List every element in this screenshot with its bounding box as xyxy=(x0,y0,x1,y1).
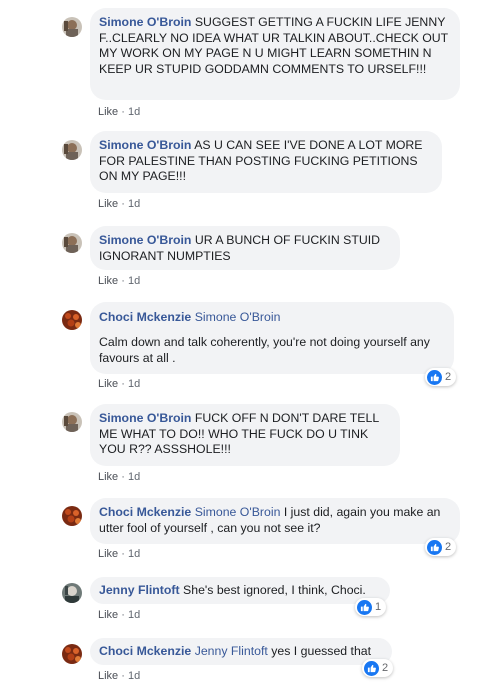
reaction-count[interactable]: 2 xyxy=(425,538,457,556)
avatar[interactable] xyxy=(62,140,82,160)
comment-timestamp[interactable]: 1d xyxy=(128,670,140,682)
like-button[interactable]: Like xyxy=(98,106,118,118)
comment-actions: Like · 1d xyxy=(98,106,140,118)
avatar[interactable] xyxy=(62,412,82,432)
comment-bubble: Simone O'Broin UR A BUNCH OF FUCKIN STUI… xyxy=(90,226,400,270)
separator: · xyxy=(121,609,125,621)
like-button[interactable]: Like xyxy=(98,609,118,621)
comment-author[interactable]: Jenny Flintoft xyxy=(99,583,180,597)
comment-bubble: Choci Mckenzie Simone O'Broin Calm down … xyxy=(90,302,454,374)
separator: · xyxy=(121,275,125,287)
comment-text: She's best ignored, I think, Choci. xyxy=(183,583,366,597)
comment-author[interactable]: Simone O'Broin xyxy=(99,15,191,29)
comment-timestamp[interactable]: 1d xyxy=(128,275,140,287)
like-button[interactable]: Like xyxy=(98,198,118,210)
comment-bubble: Choci Mckenzie Simone O'Broin I just did… xyxy=(90,498,460,544)
avatar[interactable] xyxy=(62,583,82,603)
avatar[interactable] xyxy=(62,17,82,37)
reaction-count[interactable]: 2 xyxy=(362,659,394,677)
separator: · xyxy=(121,548,125,560)
like-button[interactable]: Like xyxy=(98,275,118,287)
reaction-count[interactable]: 1 xyxy=(355,598,387,616)
comment-mention[interactable]: Simone O'Broin xyxy=(195,505,281,519)
comment-text: yes I guessed that xyxy=(271,644,372,658)
comment-actions: Like · 1d xyxy=(98,275,140,287)
like-reaction-icon xyxy=(427,539,442,555)
comment-bubble: Simone O'Broin AS U CAN SEE I'VE DONE A … xyxy=(90,131,442,193)
reaction-count-label: 2 xyxy=(445,371,452,383)
comment-timestamp[interactable]: 1d xyxy=(128,471,140,483)
comment-actions: Like · 1d xyxy=(98,378,140,390)
separator: · xyxy=(121,378,125,390)
comment-author[interactable]: Simone O'Broin xyxy=(99,233,191,247)
comment-actions: Like · 1d xyxy=(98,198,140,210)
avatar[interactable] xyxy=(62,310,82,330)
comment-author[interactable]: Choci Mckenzie xyxy=(99,644,191,658)
avatar[interactable] xyxy=(62,233,82,253)
reaction-count-label: 2 xyxy=(445,541,452,553)
reaction-count-label: 2 xyxy=(382,662,389,674)
comment-bubble: Simone O'Broin FUCK OFF N DON'T DARE TEL… xyxy=(90,404,400,466)
comment-author[interactable]: Simone O'Broin xyxy=(99,138,191,152)
like-reaction-icon xyxy=(364,660,379,676)
like-button[interactable]: Like xyxy=(98,378,118,390)
comment-bubble: Jenny Flintoft She's best ignored, I thi… xyxy=(90,577,390,604)
comment-timestamp[interactable]: 1d xyxy=(128,548,140,560)
comment-timestamp[interactable]: 1d xyxy=(128,378,140,390)
comment-bubble: Simone O'Broin SUGGEST GETTING A FUCKIN … xyxy=(90,8,460,100)
like-button[interactable]: Like xyxy=(98,670,118,682)
like-button[interactable]: Like xyxy=(98,471,118,483)
like-reaction-icon xyxy=(427,369,442,385)
like-button[interactable]: Like xyxy=(98,548,118,560)
comment-text: Calm down and talk coherently, you're no… xyxy=(99,335,434,365)
comment-timestamp[interactable]: 1d xyxy=(128,198,140,210)
comment-mention[interactable]: Simone O'Broin xyxy=(195,310,281,324)
comment-author[interactable]: Choci Mckenzie xyxy=(99,505,191,519)
reaction-count[interactable]: 2 xyxy=(425,368,457,386)
avatar[interactable] xyxy=(62,644,82,664)
avatar[interactable] xyxy=(62,506,82,526)
comment-actions: Like · 1d xyxy=(98,670,140,682)
comment-actions: Like · 1d xyxy=(98,548,140,560)
reaction-count-label: 1 xyxy=(375,601,382,613)
like-reaction-icon xyxy=(357,599,372,615)
comment-bubble: Choci Mckenzie Jenny Flintoft yes I gues… xyxy=(90,638,392,665)
separator: · xyxy=(121,670,125,682)
separator: · xyxy=(121,106,125,118)
comment-timestamp[interactable]: 1d xyxy=(128,609,140,621)
comment-mention[interactable]: Jenny Flintoft xyxy=(195,644,268,658)
comment-author[interactable]: Choci Mckenzie xyxy=(99,310,191,324)
comment-actions: Like · 1d xyxy=(98,471,140,483)
separator: · xyxy=(121,198,125,210)
comment-timestamp[interactable]: 1d xyxy=(128,106,140,118)
separator: · xyxy=(121,471,125,483)
comment-author[interactable]: Simone O'Broin xyxy=(99,411,191,425)
comment-actions: Like · 1d xyxy=(98,609,140,621)
